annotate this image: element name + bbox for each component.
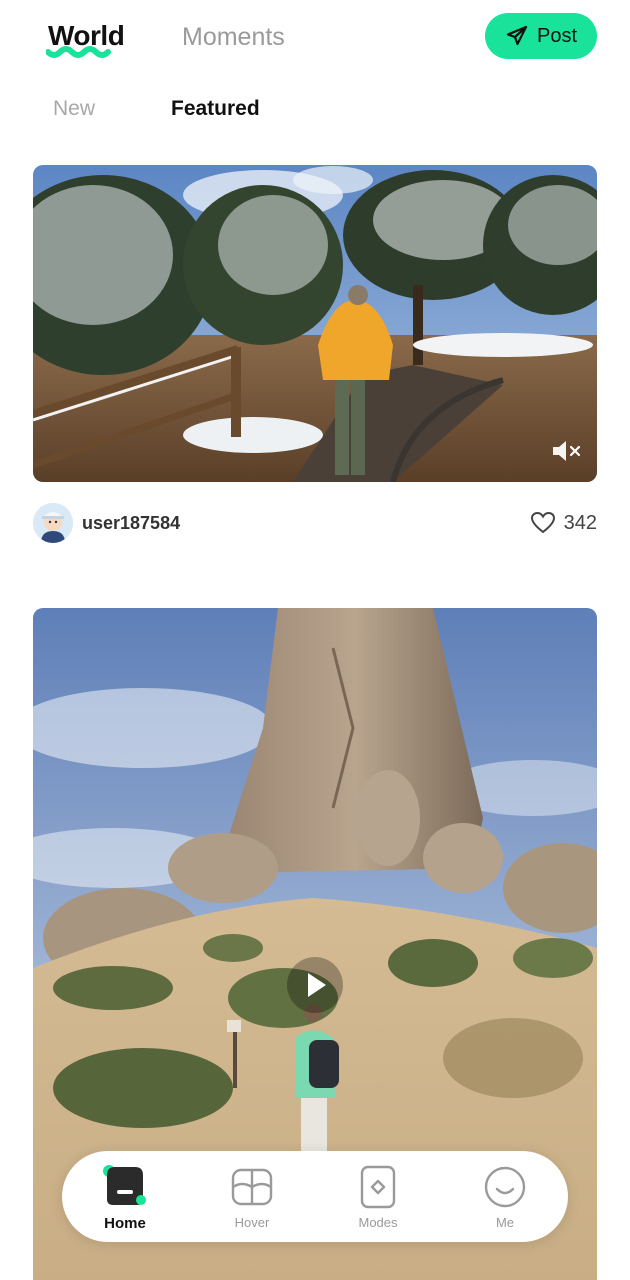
like-button[interactable]: 342 (530, 511, 597, 535)
subtab-new[interactable]: New (53, 97, 95, 121)
bottom-nav: Home Hover Modes Me (62, 1151, 568, 1242)
nav-hover[interactable]: Hover (207, 1165, 297, 1230)
hover-icon (231, 1168, 273, 1206)
tab-moments[interactable]: Moments (182, 23, 285, 52)
modes-icon (360, 1165, 396, 1209)
nav-me-label: Me (495, 1215, 515, 1230)
home-icon (103, 1165, 146, 1205)
subtab-featured[interactable]: Featured (171, 97, 260, 121)
post-button[interactable]: Post (485, 13, 597, 59)
username[interactable]: user187584 (82, 513, 180, 534)
send-icon (506, 25, 528, 46)
tab-world-label: World (48, 20, 125, 51)
snowy-trail-photo (33, 165, 597, 482)
me-icon (484, 1166, 526, 1208)
top-header: World Moments Post (0, 0, 630, 80)
post-button-label: Post (536, 24, 578, 47)
heart-icon (530, 511, 555, 534)
feed-item-1-meta: user187584 342 (33, 503, 597, 543)
nav-me[interactable]: Me (460, 1165, 550, 1230)
nav-home-label: Home (104, 1215, 146, 1232)
avatar[interactable] (33, 503, 73, 543)
user-avatar-icon (33, 503, 73, 543)
like-count: 342 (563, 511, 597, 534)
nav-hover-label: Hover (234, 1215, 270, 1230)
tab-world[interactable]: World (46, 20, 125, 58)
nav-modes[interactable]: Modes (333, 1165, 423, 1230)
nav-home[interactable]: Home (80, 1165, 170, 1232)
feed-item-1-media[interactable] (33, 165, 597, 482)
nav-modes-label: Modes (358, 1215, 398, 1230)
